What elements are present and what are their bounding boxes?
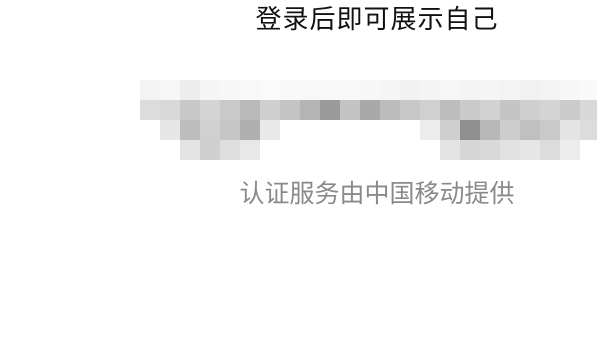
mosaic-cell: [400, 140, 420, 160]
mosaic-cell: [540, 140, 560, 160]
mosaic-cell: [360, 120, 380, 140]
mosaic-cell: [520, 80, 540, 100]
mosaic-cell: [580, 80, 597, 100]
mosaic-cell: [540, 100, 560, 120]
mosaic-cell: [440, 80, 460, 100]
mosaic-cell: [160, 100, 180, 120]
mosaic-cell: [520, 100, 540, 120]
mosaic-cell: [280, 100, 300, 120]
mosaic-cell: [340, 80, 360, 100]
mosaic-cell: [280, 80, 300, 100]
mosaic-cell: [260, 120, 280, 140]
mosaic-cell: [300, 80, 320, 100]
mosaic-cell: [500, 100, 520, 120]
mosaic-cell: [580, 100, 597, 120]
mosaic-cell: [240, 140, 260, 160]
mosaic-cell: [380, 140, 400, 160]
mosaic-cell: [220, 80, 240, 100]
mosaic-cell: [200, 140, 220, 160]
mosaic-cell: [180, 80, 200, 100]
mosaic-cell: [280, 120, 300, 140]
mosaic-cell: [560, 140, 580, 160]
mosaic-cell: [160, 120, 180, 140]
mosaic-cell: [500, 80, 520, 100]
mosaic-cell: [360, 80, 380, 100]
mosaic-cell: [540, 120, 560, 140]
mosaic-cell: [140, 120, 160, 140]
mosaic-cell: [440, 120, 460, 140]
mosaic-cell: [440, 140, 460, 160]
mosaic-cell: [580, 140, 597, 160]
mosaic-cell: [240, 80, 260, 100]
mosaic-cell: [420, 120, 440, 140]
mosaic-cell: [300, 140, 320, 160]
mosaic-cell: [340, 140, 360, 160]
mosaic-cell: [480, 100, 500, 120]
mosaic-cell: [440, 100, 460, 120]
mosaic-cell: [520, 140, 540, 160]
mosaic-cell: [260, 80, 280, 100]
mosaic-cell: [460, 120, 480, 140]
mosaic-cell: [180, 100, 200, 120]
mosaic-cell: [140, 100, 160, 120]
mosaic-cell: [220, 100, 240, 120]
mosaic-cell: [380, 80, 400, 100]
mosaic-cell: [540, 80, 560, 100]
mosaic-cell: [180, 120, 200, 140]
mosaic-cell: [240, 120, 260, 140]
mosaic-cell: [480, 120, 500, 140]
mosaic-cell: [300, 100, 320, 120]
mosaic-cell: [320, 140, 340, 160]
mosaic-cell: [420, 100, 440, 120]
mosaic-cell: [160, 140, 180, 160]
mosaic-cell: [260, 140, 280, 160]
login-headline: 登录后即可展示自己: [255, 5, 499, 35]
mosaic-cell: [200, 100, 220, 120]
mosaic-cell: [280, 140, 300, 160]
auth-provider-note: 认证服务由中国移动提供: [239, 179, 515, 208]
mosaic-cell: [360, 140, 380, 160]
mosaic-cell: [340, 120, 360, 140]
mosaic-cell: [460, 100, 480, 120]
mosaic-cell: [520, 120, 540, 140]
mosaic-cell: [300, 120, 320, 140]
mosaic-cell: [420, 80, 440, 100]
mosaic-cell: [140, 80, 160, 100]
mosaic-cell: [200, 80, 220, 100]
mosaic-cell: [560, 80, 580, 100]
mosaic-cell: [420, 140, 440, 160]
mosaic-cell: [400, 80, 420, 100]
mosaic-cell: [220, 140, 240, 160]
mosaic-cell: [460, 80, 480, 100]
mosaic-cell: [260, 100, 280, 120]
mosaic-cell: [320, 120, 340, 140]
mosaic-cell: [180, 140, 200, 160]
mosaic-cell: [560, 120, 580, 140]
mosaic-cell: [460, 140, 480, 160]
mosaic-cell: [560, 100, 580, 120]
mosaic-cell: [400, 100, 420, 120]
mosaic-cell: [200, 120, 220, 140]
mosaic-cell: [360, 100, 380, 120]
mosaic-cell: [400, 120, 420, 140]
mosaic-cell: [240, 100, 260, 120]
mosaic-cell: [320, 100, 340, 120]
login-prompt-screen: 登录后即可展示自己 认证服务由中国移动提供: [0, 0, 597, 360]
mosaic-cell: [160, 80, 180, 100]
mosaic-cell: [140, 140, 160, 160]
mosaic-cell: [340, 100, 360, 120]
mosaic-cell: [580, 120, 597, 140]
mosaic-cell: [380, 120, 400, 140]
mosaic-cell: [500, 140, 520, 160]
mosaic-cell: [480, 80, 500, 100]
mosaic-cell: [320, 80, 340, 100]
mosaic-cell: [380, 100, 400, 120]
mosaic-cell: [480, 140, 500, 160]
mosaic-cell: [220, 120, 240, 140]
masked-phone-number: [140, 80, 597, 160]
mosaic-cell: [500, 120, 520, 140]
